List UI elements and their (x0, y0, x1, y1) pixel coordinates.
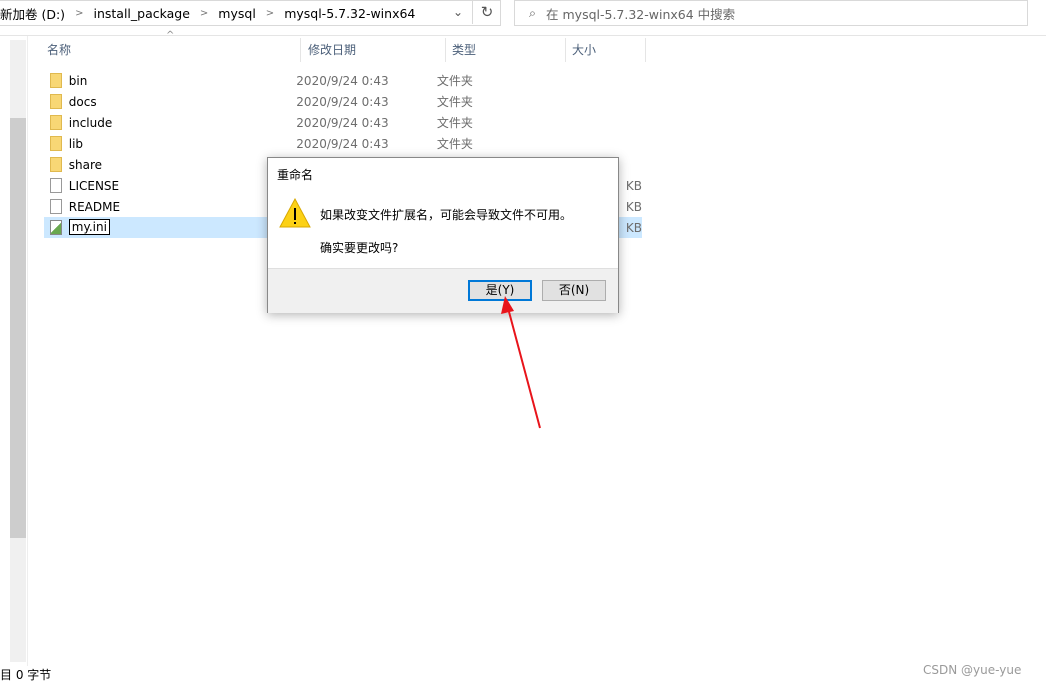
breadcrumb-current[interactable]: mysql-5.7.32-winx64 (284, 6, 415, 21)
chevron-right-icon: > (199, 7, 209, 19)
folder-icon (50, 94, 62, 109)
file-row[interactable]: include 2020/9/24 0:43 文件夹 (44, 112, 642, 133)
search-icon: ⌕ (529, 5, 537, 20)
chevron-right-icon: > (265, 7, 275, 19)
warning-icon (279, 198, 311, 228)
search-input[interactable]: ⌕ 在 mysql-5.7.32-winx64 中搜索 (514, 0, 1028, 26)
file-date: 2020/9/24 0:43 (296, 73, 389, 88)
rename-input[interactable]: my.ini (68, 219, 110, 235)
refresh-icon[interactable]: ↻ (472, 0, 501, 24)
column-header-type[interactable]: 类型 (446, 38, 566, 62)
search-placeholder: 在 mysql-5.7.32-winx64 中搜索 (546, 6, 736, 22)
file-date: 2020/9/24 0:43 (296, 136, 389, 151)
file-type: 文件夹 (436, 74, 473, 88)
folder-icon (50, 157, 62, 172)
dialog-title: 重命名 (277, 168, 314, 182)
folder-icon (50, 136, 62, 151)
file-name: bin (68, 73, 88, 88)
column-header-date[interactable]: 修改日期 (302, 38, 446, 62)
dialog-message: 如果改变文件扩展名，可能会导致文件不可用。 (320, 208, 573, 222)
rename-dialog: 重命名 如果改变文件扩展名，可能会导致文件不可用。 确实要更改吗? 是(Y) 否… (267, 157, 619, 313)
sort-ascending-icon: ^ (166, 30, 175, 41)
file-name: LICENSE (68, 178, 120, 193)
file-icon (50, 178, 62, 193)
folder-icon (50, 73, 62, 88)
file-type: 文件夹 (436, 116, 473, 130)
yes-button[interactable]: 是(Y) (468, 280, 532, 301)
file-name: docs (68, 94, 97, 109)
file-type: 文件夹 (436, 137, 473, 151)
file-icon (50, 199, 62, 214)
file-name: README (68, 199, 121, 214)
column-header-name[interactable]: 名称 (41, 38, 301, 62)
file-row[interactable]: lib 2020/9/24 0:43 文件夹 (44, 133, 642, 154)
nav-scrollbar-thumb[interactable] (10, 118, 26, 538)
address-bar[interactable]: 新加卷 (D:) > install_package > mysql > mysql-… (0, 0, 501, 26)
chevron-right-icon: > (75, 7, 84, 19)
dialog-footer: 是(Y) 否(N) (268, 268, 618, 313)
file-name: lib (68, 136, 84, 151)
column-header-size[interactable]: 大小 (566, 38, 646, 62)
dialog-question: 确实要更改吗? (320, 241, 399, 255)
breadcrumb-mysql[interactable]: mysql (218, 6, 256, 21)
file-row[interactable]: docs 2020/9/24 0:43 文件夹 (44, 91, 642, 112)
file-name: share (68, 157, 103, 172)
file-date: 2020/9/24 0:43 (296, 115, 389, 130)
watermark: CSDN @yue-yue (923, 663, 1022, 677)
folder-icon (50, 115, 62, 130)
file-type: 文件夹 (436, 95, 473, 109)
file-date: 2020/9/24 0:43 (296, 94, 389, 109)
file-row[interactable]: bin 2020/9/24 0:43 文件夹 (44, 70, 642, 91)
ini-icon (50, 220, 62, 235)
file-name: include (68, 115, 113, 130)
no-button[interactable]: 否(N) (542, 280, 606, 301)
breadcrumb-drive[interactable]: 新加卷 (D:) (0, 4, 65, 23)
divider (0, 35, 1046, 36)
status-bar-text: 目 0 字节 (0, 668, 52, 682)
breadcrumb-install-package[interactable]: install_package (93, 6, 189, 21)
chevron-down-icon[interactable]: ⌄ (446, 0, 470, 24)
